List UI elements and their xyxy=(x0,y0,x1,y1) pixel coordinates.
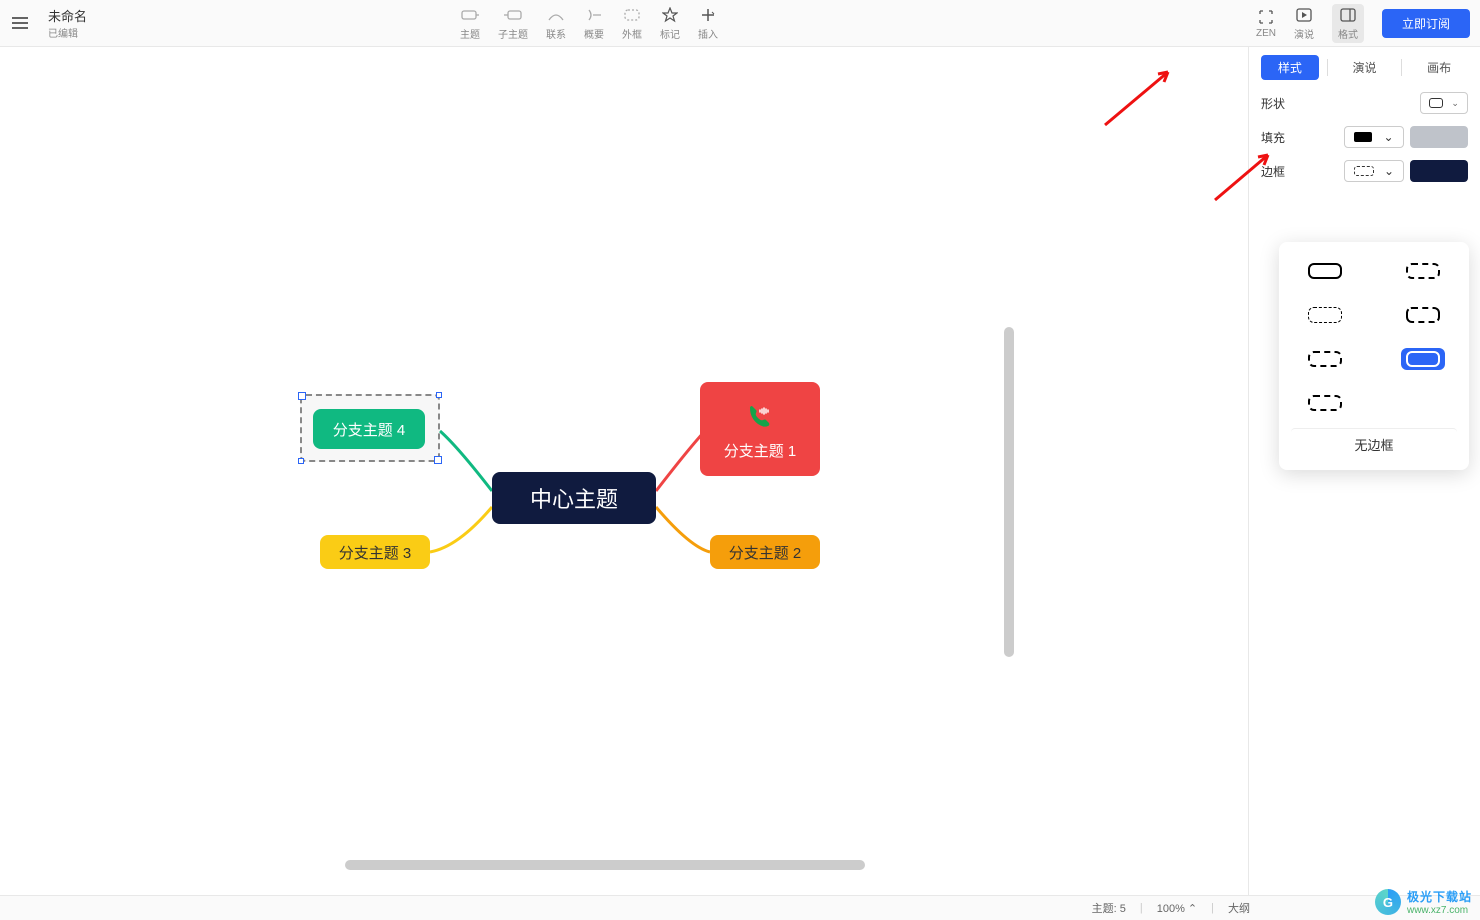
subscribe-button[interactable]: 立即订阅 xyxy=(1382,9,1470,38)
top-toolbar: 未命名 已编辑 主题 子主题 联系 概要 外框 标记 插入 xyxy=(0,0,1480,47)
border-option-mixed[interactable] xyxy=(1401,304,1445,326)
connector-lines xyxy=(0,47,1248,895)
zoom-level[interactable]: 100% ⌃ xyxy=(1157,902,1197,915)
toolbar-insert[interactable]: 插入 xyxy=(698,6,718,41)
document-title-block: 未命名 已编辑 xyxy=(48,6,87,40)
topic-icon xyxy=(461,6,479,24)
document-status: 已编辑 xyxy=(48,25,87,40)
format-panel-icon xyxy=(1339,6,1357,24)
chevron-down-icon: ⌄ xyxy=(1383,130,1393,144)
relation-icon xyxy=(547,6,565,24)
toolbar-boundary[interactable]: 外框 xyxy=(622,6,642,41)
toolbar-subtopic[interactable]: 子主题 xyxy=(498,6,528,41)
toolbar-topic[interactable]: 主题 xyxy=(460,6,480,41)
toolbar-relation[interactable]: 联系 xyxy=(546,6,566,41)
border-style-select[interactable]: ⌄ xyxy=(1344,160,1404,182)
toolbar-summary[interactable]: 概要 xyxy=(584,6,604,41)
node-branch-1-label: 分支主题 1 xyxy=(724,440,797,461)
chevron-down-icon: ⌄ xyxy=(1384,164,1394,178)
chevron-down-icon: ⌄ xyxy=(1451,98,1459,109)
border-option-solid-bold[interactable] xyxy=(1401,348,1445,370)
outline-button[interactable]: 大纲 xyxy=(1228,900,1250,916)
fill-label: 填充 xyxy=(1261,129,1285,146)
border-option-dashed-thin[interactable] xyxy=(1303,304,1347,326)
tab-present[interactable]: 演说 xyxy=(1336,55,1394,80)
topic-count: 主题: 5 xyxy=(1092,900,1126,916)
node-branch-3[interactable]: 分支主题 3 xyxy=(320,535,430,569)
toolbar-present[interactable]: 演说 xyxy=(1294,6,1314,41)
phone-icon xyxy=(742,398,778,434)
document-title: 未命名 xyxy=(48,6,87,25)
play-icon xyxy=(1295,6,1313,24)
border-option-dashed-3[interactable] xyxy=(1303,392,1347,414)
vertical-scrollbar[interactable] xyxy=(1004,327,1014,657)
no-border-button[interactable]: 无边框 xyxy=(1291,428,1457,460)
shape-preview-icon xyxy=(1429,98,1443,108)
fill-color-swatch[interactable] xyxy=(1410,126,1468,148)
plus-icon xyxy=(699,6,717,24)
border-option-solid[interactable] xyxy=(1303,260,1347,282)
star-icon xyxy=(661,6,679,24)
horizontal-scrollbar[interactable] xyxy=(345,860,865,870)
status-bar: 主题: 5 | 100% ⌃ | 大纲 xyxy=(0,895,1480,920)
zen-icon xyxy=(1257,8,1275,26)
toolbar-zen[interactable]: ZEN xyxy=(1256,8,1276,39)
tab-canvas[interactable]: 画布 xyxy=(1410,55,1468,80)
format-panel: 样式 演说 画布 形状 ⌄ 填充 ⌄ 边框 xyxy=(1248,47,1480,895)
border-color-swatch[interactable] xyxy=(1410,160,1468,182)
watermark-name: 极光下载站 xyxy=(1407,888,1472,905)
border-option-dashed-1[interactable] xyxy=(1401,260,1445,282)
border-style-preview-icon xyxy=(1354,166,1374,176)
shape-label: 形状 xyxy=(1261,95,1285,112)
fill-width-select[interactable]: ⌄ xyxy=(1344,126,1404,148)
node-branch-2[interactable]: 分支主题 2 xyxy=(710,535,820,569)
node-branch-1[interactable]: 分支主题 1 xyxy=(700,382,820,476)
border-style-popover: 无边框 xyxy=(1279,242,1469,470)
watermark-logo-icon: G xyxy=(1375,889,1401,915)
watermark-url: www.xz7.com xyxy=(1407,905,1472,916)
toolbar-format[interactable]: 格式 xyxy=(1332,4,1364,43)
watermark: G 极光下载站 www.xz7.com xyxy=(1375,888,1472,916)
tab-style[interactable]: 样式 xyxy=(1261,55,1319,80)
border-label: 边框 xyxy=(1261,163,1285,180)
node-center[interactable]: 中心主题 xyxy=(492,472,656,524)
border-option-dashed-2[interactable] xyxy=(1303,348,1347,370)
node-branch-4[interactable]: 分支主题 4 xyxy=(313,409,425,449)
canvas[interactable]: 中心主题 分支主题 1 分支主题 2 分支主题 3 分支主题 4 xyxy=(0,47,1248,895)
boundary-icon xyxy=(623,6,641,24)
toolbar-marker[interactable]: 标记 xyxy=(660,6,680,41)
subtopic-icon xyxy=(504,6,522,24)
menu-button[interactable] xyxy=(0,0,40,46)
fill-swatch-icon xyxy=(1354,132,1372,142)
summary-icon xyxy=(585,6,603,24)
shape-select[interactable]: ⌄ xyxy=(1420,92,1468,114)
